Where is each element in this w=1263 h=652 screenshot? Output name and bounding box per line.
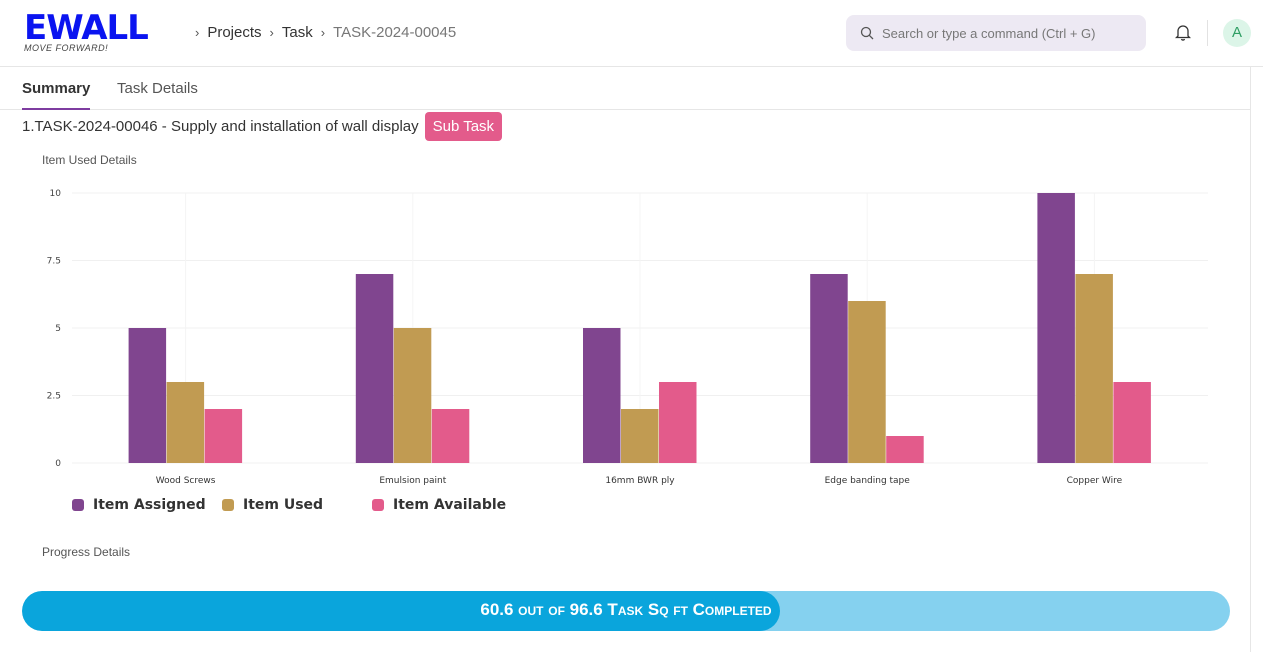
progress-bar: 60.6 out of 96.6 Task Sq ft Completed — [22, 591, 1230, 631]
bar-item-used — [1075, 274, 1113, 463]
bar-item-used — [166, 382, 205, 463]
chart-legend: Item Assigned Item Used Item Available — [72, 497, 522, 513]
legend-label: Item Available — [393, 497, 507, 513]
y-tick-label: 7.5 — [47, 257, 61, 267]
legend-label: Item Assigned — [93, 497, 206, 513]
legend-item[interactable]: Item Assigned — [72, 497, 222, 513]
divider — [1250, 67, 1251, 652]
legend-swatch — [372, 499, 384, 511]
x-tick-label: Edge banding tape — [825, 476, 911, 486]
bar-item-assigned — [810, 274, 848, 463]
x-tick-label: Emulsion paint — [379, 476, 446, 486]
bar-item-assigned — [583, 328, 621, 463]
y-tick-label: 2.5 — [47, 392, 61, 402]
legend-item[interactable]: Item Available — [372, 497, 522, 513]
bar-chart: 0 2.5 5 7.5 10 Wood Screws Emulsion paint 16mm … — [47, 189, 1208, 486]
bar-item-available — [1113, 382, 1151, 463]
bar-item-available — [659, 382, 697, 463]
y-tick-label: 0 — [55, 459, 61, 469]
x-tick-label: Wood Screws — [156, 476, 216, 486]
bar-item-assigned — [1037, 193, 1075, 463]
legend-label: Item Used — [243, 497, 324, 513]
bar-item-available — [431, 409, 470, 463]
x-tick-label: Copper Wire — [1067, 476, 1123, 486]
x-tick-label: 16mm BWR ply — [605, 476, 675, 486]
bar-item-assigned — [128, 328, 167, 463]
bar-item-available — [204, 409, 243, 463]
section-title: Progress Details — [42, 545, 131, 559]
bar-item-used — [393, 328, 432, 463]
bar-item-available — [886, 436, 924, 463]
y-tick-label: 10 — [50, 189, 62, 199]
y-tick-label: 5 — [55, 324, 61, 334]
bar-item-assigned — [355, 274, 394, 463]
legend-item[interactable]: Item Used — [222, 497, 372, 513]
legend-swatch — [72, 499, 84, 511]
progress-text: 60.6 out of 96.6 Task Sq ft Completed — [480, 600, 772, 619]
bar-item-used — [621, 409, 659, 463]
legend-swatch — [222, 499, 234, 511]
bar-item-used — [848, 301, 886, 463]
